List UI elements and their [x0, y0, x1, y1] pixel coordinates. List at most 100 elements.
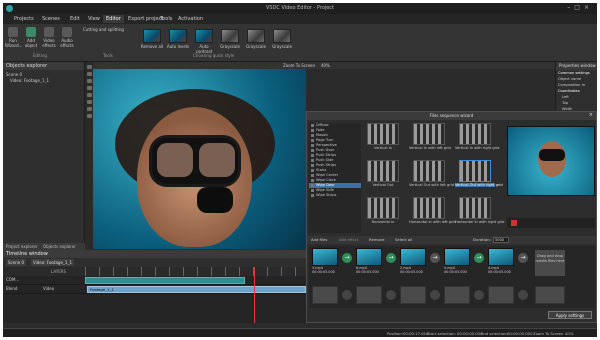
empty-transition-slot[interactable]: [342, 290, 352, 300]
vertical-toolbar: [85, 62, 93, 249]
transition-thumb[interactable]: Vertical Out: [363, 160, 403, 187]
transition-thumb[interactable]: Vertical Out with left grid: [409, 160, 454, 187]
tab-video-footage[interactable]: Video: Footage_1_1: [31, 259, 74, 266]
transition-list: Diffuse Fade Mosaic Page Turn Perspectiv…: [309, 123, 361, 233]
zoom-select[interactable]: Zoom To Screen: [283, 63, 315, 68]
sequence-item[interactable]: 5.mp4 00:00:05.000: [444, 248, 470, 278]
transition-thumb[interactable]: Horizontal In: [363, 197, 403, 224]
close-icon[interactable]: ×: [589, 112, 593, 118]
transition-arrow-icon[interactable]: →: [342, 253, 352, 263]
empty-slot[interactable]: [444, 286, 470, 304]
transition-thumb[interactable]: Vertical In with right grid: [455, 123, 499, 150]
grid-tool-icon[interactable]: [86, 114, 92, 118]
empty-slot[interactable]: [400, 286, 426, 304]
duration-label: Duration:: [473, 237, 491, 242]
style-remove-all-thumb[interactable]: [143, 29, 161, 43]
title-bar: VSDC Video Editor - Project –□×: [3, 3, 597, 14]
transition-thumb[interactable]: Vertical In: [363, 123, 403, 150]
status-zoom-label[interactable]: Zoom To Screen: [533, 331, 563, 336]
menu-tools[interactable]: Tools: [157, 15, 175, 23]
row-name: Blend: [6, 286, 18, 291]
empty-slot[interactable]: [535, 286, 565, 304]
remove-button[interactable]: Remove: [369, 237, 384, 242]
apply-settings-button[interactable]: Apply settings: [548, 311, 592, 319]
sequence-item[interactable]: 4.mp4 00:00:05.000: [488, 248, 514, 278]
position-value: 00:00:17.616: [403, 331, 429, 336]
add-object-button[interactable]: Add object: [23, 27, 39, 48]
transition-arrow-icon[interactable]: →: [518, 253, 528, 263]
scene-clip[interactable]: [85, 277, 245, 284]
style-auto-levels-thumb[interactable]: [169, 29, 187, 43]
align-tool-icon[interactable]: [86, 93, 92, 97]
timeline-ruler[interactable]: LAYERS: [3, 267, 306, 276]
wizard-toolbar: Add files Add effect Remove Select all D…: [307, 236, 596, 244]
wizard-preview-controls: [507, 218, 595, 228]
window-controls[interactable]: –□×: [567, 4, 593, 11]
empty-transition-slot[interactable]: [430, 290, 440, 300]
transition-arrow-icon[interactable]: →: [474, 253, 484, 263]
start-selection-value: 00:00:00.000: [457, 331, 483, 336]
style-grayscale-thumb[interactable]: [247, 29, 265, 43]
video-effects-button[interactable]: Video effects: [41, 27, 57, 48]
style-auto-contrast-thumb[interactable]: [195, 29, 213, 43]
transition-thumb[interactable]: Horizontal In with left grid: [409, 197, 456, 224]
add-effect-button[interactable]: Add effect: [339, 237, 358, 242]
empty-slot[interactable]: [356, 286, 382, 304]
menu-scenes[interactable]: Scenes: [39, 15, 63, 23]
window-title: VSDC Video Editor - Project: [265, 5, 334, 11]
cutting-splitting-button[interactable]: Cutting and splitting: [83, 27, 124, 32]
empty-transition-slot[interactable]: [518, 290, 528, 300]
audio-effects-button[interactable]: Audio effects: [59, 27, 75, 48]
transition-thumb[interactable]: Vertical In with left grid: [409, 123, 451, 150]
sequence-item[interactable]: 6.mp4 00:00:05.000: [356, 248, 382, 278]
empty-transition-slot[interactable]: [474, 290, 484, 300]
style-label: Remove all: [140, 44, 164, 49]
canvas-toolbar: Zoom To Screen 40%: [93, 62, 555, 69]
sequence-thumb: [356, 248, 382, 266]
file-sequence: 3.mp4 00:00:05.000 → 6.mp4 00:00:05.000 → …: [309, 246, 595, 308]
transition-item[interactable]: Wipe Strips: [309, 193, 361, 198]
playhead[interactable]: [254, 267, 255, 323]
layer-tool-icon[interactable]: [86, 107, 92, 111]
zoom-tool-icon[interactable]: [86, 72, 92, 76]
run-wizard-button[interactable]: Run Wizard...: [5, 27, 22, 48]
tree-item-video[interactable]: Video: Footage_1_1: [6, 78, 81, 84]
timeline-row: Blend Video Footage_1_1: [3, 285, 306, 294]
menu-edit[interactable]: Edit: [67, 15, 83, 23]
tab-project-explorer[interactable]: Project explorer: [6, 244, 37, 249]
transition-thumb-selected[interactable]: Vertical Out with right grid: [455, 160, 503, 187]
video-preview[interactable]: [93, 69, 306, 249]
thumb-image: [413, 197, 445, 219]
add-files-button[interactable]: Add files: [311, 237, 327, 242]
align-tool-icon[interactable]: [86, 79, 92, 83]
properties-title: Properties window: [556, 62, 597, 70]
empty-slot[interactable]: [312, 286, 338, 304]
sequence-item[interactable]: 3.mp4 00:00:05.000: [312, 248, 338, 278]
preview-mask-lens: [199, 143, 235, 177]
transition-thumb[interactable]: Horizontal In with right grid: [455, 197, 504, 224]
cursor-tool-icon[interactable]: [86, 65, 92, 69]
align-tool-icon[interactable]: [86, 86, 92, 90]
stop-icon[interactable]: [511, 220, 517, 226]
menu-activation[interactable]: Activation: [175, 15, 206, 23]
menu-projects[interactable]: Projects: [11, 15, 37, 23]
select-all-button[interactable]: Select all: [395, 237, 412, 242]
transition-arrow-icon[interactable]: →: [430, 253, 440, 263]
drop-zone[interactable]: Drag and drop media files here: [535, 250, 565, 276]
menu-editor[interactable]: Editor: [103, 15, 124, 23]
empty-slot[interactable]: [488, 286, 514, 304]
style-grayscale-thumb[interactable]: [273, 29, 291, 43]
layers-label: LAYERS: [51, 269, 67, 274]
sequence-item[interactable]: 2.mp4 00:00:05.000: [400, 248, 426, 278]
timeline-row: COM...: [3, 276, 306, 285]
track-label: Video: [43, 286, 55, 291]
menu-view[interactable]: View: [85, 15, 103, 23]
transition-arrow-icon[interactable]: →: [386, 253, 396, 263]
style-grayscale-thumb[interactable]: [221, 29, 239, 43]
tab-objects-explorer[interactable]: Objects explorer: [43, 244, 76, 249]
empty-transition-slot[interactable]: [386, 290, 396, 300]
layer-tool-icon[interactable]: [86, 100, 92, 104]
video-clip[interactable]: Footage_1_1: [87, 286, 306, 293]
duration-input[interactable]: 5000: [493, 237, 509, 243]
tab-scene[interactable]: Scene 0: [6, 259, 27, 266]
